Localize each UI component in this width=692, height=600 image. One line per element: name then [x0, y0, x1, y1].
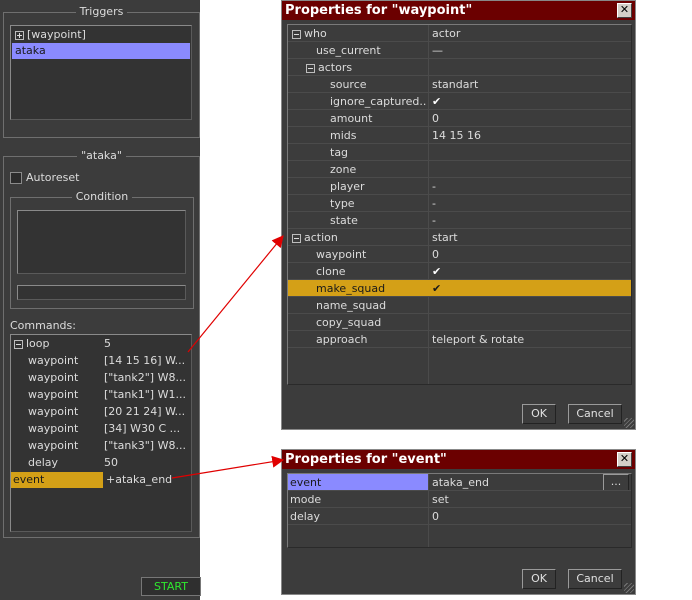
annotation-arrows — [171, 235, 285, 479]
arrow-to-event-dialog — [171, 455, 285, 479]
arrow-to-waypoint-dialog — [187, 235, 284, 353]
